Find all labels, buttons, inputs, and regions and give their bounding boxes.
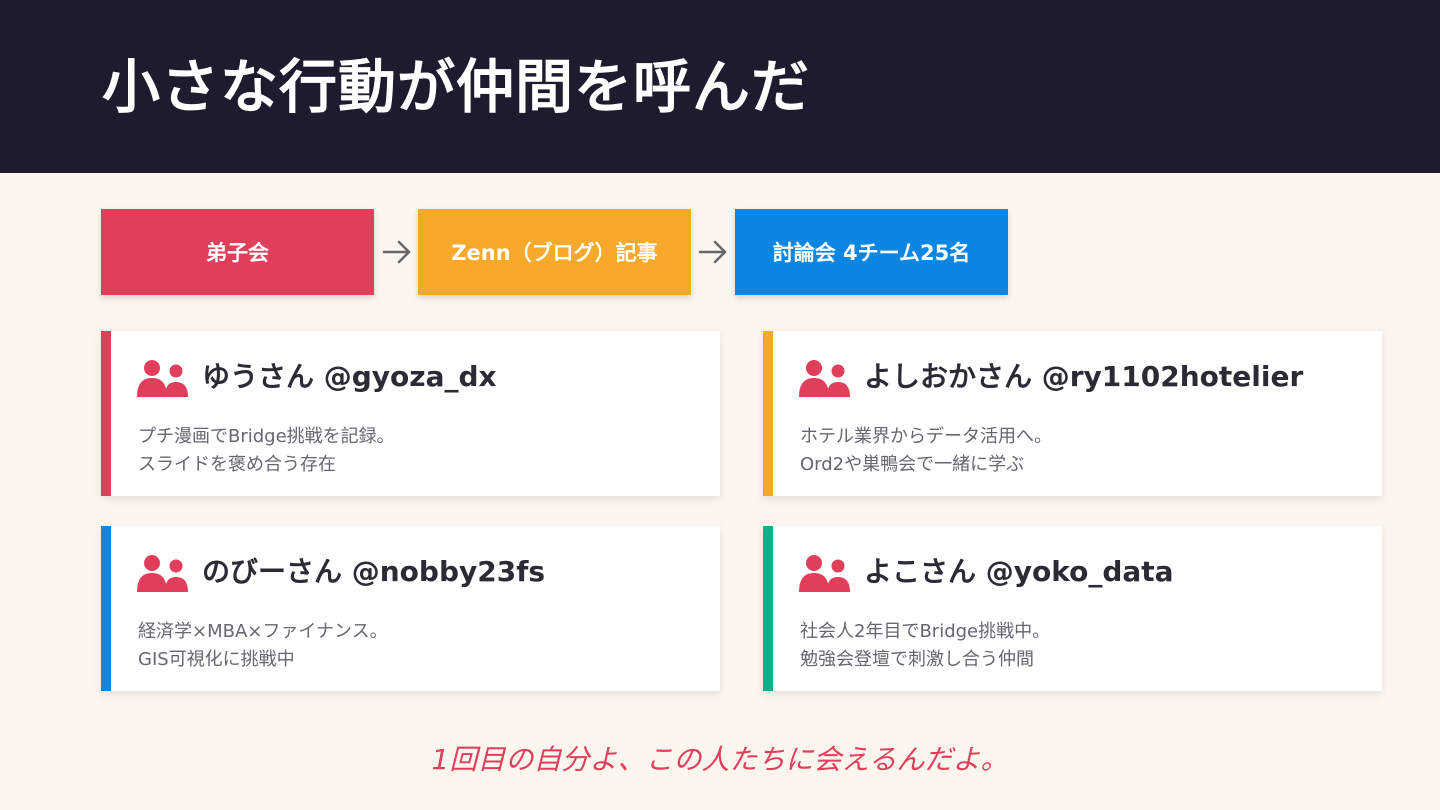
people-icon [799,360,850,397]
member-description: ホテル業界からデータ活用へ。 Ord2や巣鴨会で一緒に学ぶ [800,426,1052,475]
flow-step-2: Zenn（ブログ）記事 [418,209,691,295]
arrow-right-icon [382,240,411,264]
people-icon [137,555,188,592]
header-band: 小さな行動が仲間を呼んだ [0,0,1440,173]
page-title: 小さな行動が仲間を呼んだ [102,53,811,121]
member-name: ゆうさん @gyoza_dx [202,360,497,393]
card-accent-bar [101,331,111,496]
people-icon [799,555,850,592]
closing-message: 1回目の自分よ、この人たちに会えるんだよ。 [431,743,1009,776]
flow-step-1: 弟子会 [101,209,374,295]
member-name: のびーさん @nobby23fs [202,555,546,588]
member-description: 経済学×MBA×ファイナンス。 GIS可視化に挑戦中 [138,621,388,670]
member-card: よこさん @yoko_data 社会人2年目でBridge挑戦中。 勉強会登壇で… [763,526,1382,691]
card-accent-bar [763,526,773,691]
people-icon [137,360,188,397]
flow-step-label: Zenn（ブログ）記事 [451,241,658,265]
card-accent-bar [101,526,111,691]
member-card: ゆうさん @gyoza_dx プチ漫画でBridge挑戦を記録。 スライドを褒め… [101,331,720,496]
flow-step-3: 討論会 4チーム25名 [735,209,1008,295]
flow-step-label: 討論会 4チーム25名 [772,241,971,265]
member-name: よしおかさん @ry1102hotelier [864,360,1304,393]
member-card: のびーさん @nobby23fs 経済学×MBA×ファイナンス。 GIS可視化に… [101,526,720,691]
arrow-right-icon [698,240,727,264]
member-name: よこさん @yoko_data [864,555,1174,588]
card-accent-bar [763,331,773,496]
member-description: 社会人2年目でBridge挑戦中。 勉強会登壇で刺激し合う仲間 [800,621,1051,670]
member-card: よしおかさん @ry1102hotelier ホテル業界からデータ活用へ。 Or… [763,331,1382,496]
flow-step-label: 弟子会 [206,241,269,265]
member-description: プチ漫画でBridge挑戦を記録。 スライドを褒め合う存在 [138,426,395,475]
